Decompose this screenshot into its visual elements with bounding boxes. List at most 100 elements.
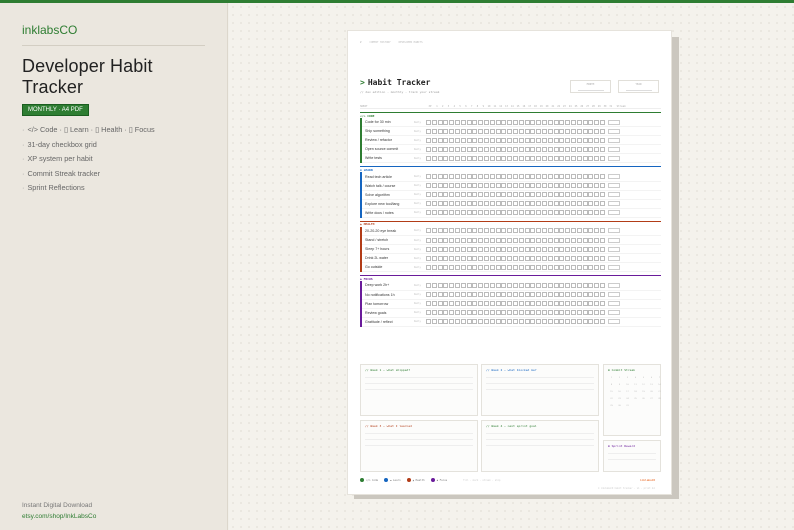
day-checkbox[interactable]: [565, 119, 571, 125]
day-checkbox[interactable]: [559, 310, 565, 316]
calendar-day[interactable]: 16: [617, 391, 622, 395]
calendar-day[interactable]: 3: [625, 377, 630, 381]
day-checkbox[interactable]: [449, 246, 455, 252]
day-checkbox[interactable]: [559, 201, 565, 207]
day-checkbox[interactable]: [570, 119, 576, 125]
day-checkbox[interactable]: [449, 228, 455, 234]
day-checkbox[interactable]: [594, 264, 600, 270]
day-checkbox[interactable]: [541, 282, 547, 288]
day-checkbox[interactable]: [426, 255, 431, 261]
day-checkbox[interactable]: [460, 210, 466, 216]
day-checkbox[interactable]: [483, 192, 489, 198]
day-checkbox[interactable]: [431, 155, 437, 161]
day-checkbox[interactable]: [483, 174, 489, 180]
day-checkbox[interactable]: [559, 319, 565, 325]
day-checkbox[interactable]: [512, 119, 518, 125]
day-checkbox[interactable]: [512, 183, 518, 189]
day-checkbox[interactable]: [594, 255, 600, 261]
day-checkbox[interactable]: [443, 246, 449, 252]
day-checkbox[interactable]: [547, 264, 553, 270]
day-checkbox[interactable]: [594, 155, 600, 161]
day-checkbox[interactable]: [594, 201, 600, 207]
day-checkbox[interactable]: [501, 319, 507, 325]
day-checkbox[interactable]: [547, 228, 553, 234]
day-checkbox[interactable]: [570, 210, 576, 216]
day-checkbox[interactable]: [443, 255, 449, 261]
day-checkbox[interactable]: [501, 155, 507, 161]
day-checkbox[interactable]: [541, 146, 547, 152]
day-checkbox[interactable]: [431, 292, 437, 298]
day-checkbox[interactable]: [518, 183, 524, 189]
day-checkbox[interactable]: [576, 282, 582, 288]
day-checkbox[interactable]: [443, 201, 449, 207]
day-checkbox[interactable]: [588, 246, 594, 252]
day-checkbox[interactable]: [582, 264, 588, 270]
day-checkbox[interactable]: [530, 201, 536, 207]
day-checkbox[interactable]: [518, 228, 524, 234]
day-checkbox[interactable]: [576, 155, 582, 161]
day-checkbox[interactable]: [501, 128, 507, 134]
day-checkbox[interactable]: [582, 237, 588, 243]
day-checkbox[interactable]: [599, 264, 605, 270]
day-checkbox[interactable]: [472, 210, 478, 216]
day-checkbox[interactable]: [576, 237, 582, 243]
day-checkbox[interactable]: [553, 310, 559, 316]
day-checkbox[interactable]: [547, 319, 553, 325]
day-checkbox[interactable]: [524, 292, 530, 298]
day-checkbox[interactable]: [553, 128, 559, 134]
day-checkbox[interactable]: [507, 183, 513, 189]
day-checkbox[interactable]: [431, 228, 437, 234]
day-checkbox[interactable]: [594, 210, 600, 216]
day-checkbox[interactable]: [512, 128, 518, 134]
day-checkbox[interactable]: [426, 301, 431, 307]
day-checkbox[interactable]: [437, 210, 443, 216]
day-checkbox[interactable]: [524, 155, 530, 161]
day-checkbox[interactable]: [594, 137, 600, 143]
day-checkbox[interactable]: [483, 146, 489, 152]
day-checkbox[interactable]: [576, 246, 582, 252]
day-checkbox[interactable]: [594, 183, 600, 189]
day-checkbox[interactable]: [437, 192, 443, 198]
day-checkbox[interactable]: [466, 246, 472, 252]
day-checkbox[interactable]: [553, 319, 559, 325]
day-checkbox[interactable]: [489, 319, 495, 325]
day-checkbox[interactable]: [437, 146, 443, 152]
day-checkbox[interactable]: [599, 210, 605, 216]
day-checkbox[interactable]: [530, 255, 536, 261]
day-checkbox[interactable]: [530, 264, 536, 270]
day-checkbox[interactable]: [594, 237, 600, 243]
day-checkbox[interactable]: [431, 174, 437, 180]
day-checkbox[interactable]: [582, 119, 588, 125]
day-checkbox[interactable]: [449, 210, 455, 216]
calendar-day[interactable]: 31: [625, 405, 630, 409]
day-checkbox[interactable]: [437, 255, 443, 261]
day-checkbox[interactable]: [576, 174, 582, 180]
day-checkbox[interactable]: [536, 155, 542, 161]
day-checkbox[interactable]: [547, 310, 553, 316]
day-checkbox[interactable]: [426, 210, 431, 216]
day-checkbox[interactable]: [443, 174, 449, 180]
day-checkbox[interactable]: [553, 255, 559, 261]
day-checkbox[interactable]: [536, 301, 542, 307]
day-checkbox[interactable]: [553, 137, 559, 143]
day-checkbox[interactable]: [559, 255, 565, 261]
day-checkbox[interactable]: [565, 128, 571, 134]
day-checkbox[interactable]: [547, 301, 553, 307]
day-checkbox[interactable]: [570, 201, 576, 207]
day-checkbox[interactable]: [530, 146, 536, 152]
day-checkbox[interactable]: [582, 255, 588, 261]
day-checkbox[interactable]: [518, 210, 524, 216]
day-checkbox[interactable]: [512, 246, 518, 252]
day-checkbox[interactable]: [426, 128, 431, 134]
day-checkbox[interactable]: [541, 237, 547, 243]
day-checkbox[interactable]: [426, 155, 431, 161]
day-checkbox[interactable]: [524, 137, 530, 143]
day-checkbox[interactable]: [588, 310, 594, 316]
day-checkbox[interactable]: [559, 146, 565, 152]
day-checkbox[interactable]: [512, 292, 518, 298]
calendar-day[interactable]: 22: [609, 398, 614, 402]
day-checkbox[interactable]: [559, 128, 565, 134]
day-checkbox[interactable]: [541, 292, 547, 298]
day-checkbox[interactable]: [541, 246, 547, 252]
day-checkbox[interactable]: [472, 174, 478, 180]
